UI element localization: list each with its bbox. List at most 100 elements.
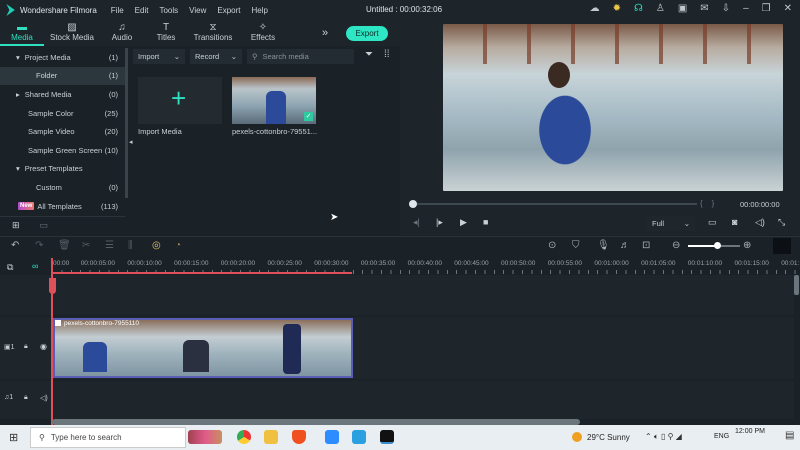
sidebar-item-all-templates[interactable]: New All Templates (113) (0, 197, 125, 216)
render-icon[interactable]: ⊙ (548, 240, 556, 251)
media-clip-thumbnail[interactable]: ✓ (232, 77, 316, 124)
playhead-handle[interactable] (49, 278, 56, 294)
app-icon[interactable] (352, 430, 366, 444)
lock-icon[interactable]: 🔒︎ (24, 394, 28, 402)
ruler-label: 00:00:50:00 (501, 260, 536, 267)
sidebar-item-folder[interactable]: Folder (1) (0, 66, 125, 86)
chrome-icon[interactable] (237, 430, 251, 444)
link-icon[interactable]: ∞ (32, 261, 38, 271)
tab-stock-media[interactable]: ▨ Stock Media (44, 20, 100, 46)
download-icon[interactable]: ⇩ (722, 3, 730, 14)
collapse-panel-icon[interactable]: ◂ (129, 138, 133, 146)
empty-track (0, 275, 794, 315)
grid-view-icon[interactable]: ⁞⁞ (384, 49, 390, 65)
menu-export[interactable]: Export (217, 6, 240, 15)
volume-icon[interactable]: ◁) (755, 217, 765, 228)
voiceover-icon[interactable]: ♬ (620, 240, 630, 251)
quality-dropdown[interactable]: Full ⌄ (647, 216, 695, 231)
timeline-vertical-scrollbar[interactable] (794, 275, 799, 295)
audio-waveform-icon[interactable]: ⫼ (128, 240, 133, 251)
widget-icon[interactable] (188, 430, 222, 444)
account-icon[interactable]: ♙ (656, 3, 665, 14)
tab-transitions[interactable]: ⧖ Transitions (188, 20, 238, 46)
delete-icon[interactable]: 🗑 (58, 240, 71, 251)
more-tabs-icon[interactable]: » (322, 27, 328, 39)
notification-icon[interactable]: ▤ (785, 430, 794, 441)
snapshot-icon[interactable]: ◙ (732, 217, 737, 227)
fullscreen-icon[interactable]: ⤡ (778, 217, 785, 228)
chevron-down-icon: ⌄ (683, 219, 690, 228)
language-indicator[interactable]: ENG (714, 433, 729, 440)
brave-icon[interactable] (292, 430, 306, 444)
sidebar-footer: ⊞ ▭ (0, 216, 125, 233)
menu-file[interactable]: File (111, 6, 124, 15)
lightbulb-icon[interactable]: ✹ (613, 3, 621, 14)
record-dropdown[interactable]: Record ⌄ (190, 49, 242, 64)
speaker-icon[interactable]: ◁) (40, 394, 48, 402)
undo-icon[interactable]: ↶ (11, 240, 19, 251)
speed-icon[interactable]: ◔ (175, 240, 181, 251)
tab-effects[interactable]: ✧ Effects (238, 20, 288, 46)
prev-frame-icon[interactable]: ◂| (413, 217, 420, 228)
weather-text[interactable]: 29°C Sunny (587, 433, 630, 442)
microphone-icon[interactable]: 🎙 (597, 240, 610, 251)
windows-start-icon[interactable]: ⊞ (9, 431, 18, 444)
tab-audio[interactable]: ♫ Audio (100, 20, 144, 46)
export-button[interactable]: Export (346, 26, 388, 41)
zoom-out-icon[interactable]: ⊖ (672, 240, 680, 251)
zoom-in-icon[interactable]: ⊕ (743, 240, 751, 251)
marker-icon[interactable]: ⛉ (572, 240, 580, 251)
sidebar-item-shared-media[interactable]: ▸ Shared Media (0) (0, 85, 125, 104)
redo-icon[interactable]: ↷ (35, 240, 43, 251)
timeline-video-clip[interactable] (53, 318, 353, 378)
system-tray-icons[interactable]: ⌃ 🔈︎ ▯ ⚲ ◢ (645, 432, 682, 442)
display-icon[interactable]: ▭ (708, 217, 717, 228)
mark-in-out-icon[interactable]: { } (700, 199, 714, 208)
restore-icon[interactable]: ❐ (762, 3, 771, 14)
new-folder-icon[interactable]: ⊞ (12, 220, 20, 231)
adjust-icon[interactable]: ☰ (105, 240, 114, 251)
menu-edit[interactable]: Edit (135, 6, 149, 15)
snapshot-track-icon[interactable]: ⊡ (642, 240, 650, 251)
clock[interactable]: 12:00 PM (735, 428, 765, 435)
sidebar-item-sample-video[interactable]: Sample Video (20) (0, 122, 125, 141)
sidebar-item-custom[interactable]: Custom (0) (0, 178, 125, 197)
filter-icon[interactable]: ⏷ (365, 49, 373, 65)
eye-icon[interactable]: ◉ (40, 342, 47, 351)
cut-icon[interactable]: ✂ (82, 240, 90, 251)
menu-view[interactable]: View (189, 6, 206, 15)
zoom-app-icon[interactable] (325, 430, 339, 444)
tab-media[interactable]: ▬ Media (0, 20, 44, 46)
sidebar-item-preset-templates[interactable]: ▾ Preset Templates (0, 160, 125, 179)
stop-icon[interactable]: ■ (483, 217, 488, 227)
save-icon[interactable]: ▣ (678, 3, 687, 14)
mail-icon[interactable]: ✉ (700, 3, 708, 14)
file-explorer-icon[interactable] (264, 430, 278, 444)
tab-titles[interactable]: T Titles (144, 20, 188, 46)
search-media-input[interactable]: ⚲ Search media (247, 49, 354, 64)
zoom-slider-handle[interactable] (714, 242, 721, 249)
filmora-logo-icon (6, 4, 15, 16)
sidebar-item-sample-green-screen[interactable]: Sample Green Screen (10) (0, 141, 125, 160)
headset-icon[interactable]: ☊ (634, 3, 643, 14)
play-icon[interactable]: ▶ (460, 217, 467, 228)
filmora-taskbar-icon[interactable] (380, 430, 394, 444)
seek-handle[interactable] (409, 200, 417, 208)
close-icon[interactable]: ✕ (784, 3, 792, 14)
preview-seek-bar[interactable] (412, 203, 697, 205)
menu-help[interactable]: Help (251, 6, 267, 15)
play-frame-icon[interactable]: |▸ (436, 217, 443, 228)
cloud-icon[interactable]: ☁ (590, 3, 600, 14)
sidebar-item-sample-color[interactable]: Sample Color (25) (0, 104, 125, 123)
sidebar-item-project-media[interactable]: ▾ Project Media (1) (0, 48, 125, 67)
color-match-icon[interactable]: ◎ (152, 240, 161, 251)
import-media-tile[interactable]: + (138, 77, 222, 124)
menu-tools[interactable]: Tools (159, 6, 178, 15)
add-track-icon[interactable]: ⧉ (7, 262, 13, 273)
minimize-icon[interactable]: – (743, 3, 749, 14)
folder-icon[interactable]: ▭ (40, 220, 49, 231)
taskbar-search-input[interactable]: ⚲ Type here to search (30, 427, 186, 448)
lock-icon[interactable]: 🔒︎ (24, 343, 28, 351)
sidebar-scrollbar[interactable] (125, 48, 128, 198)
import-dropdown[interactable]: Import ⌄ (133, 49, 185, 64)
